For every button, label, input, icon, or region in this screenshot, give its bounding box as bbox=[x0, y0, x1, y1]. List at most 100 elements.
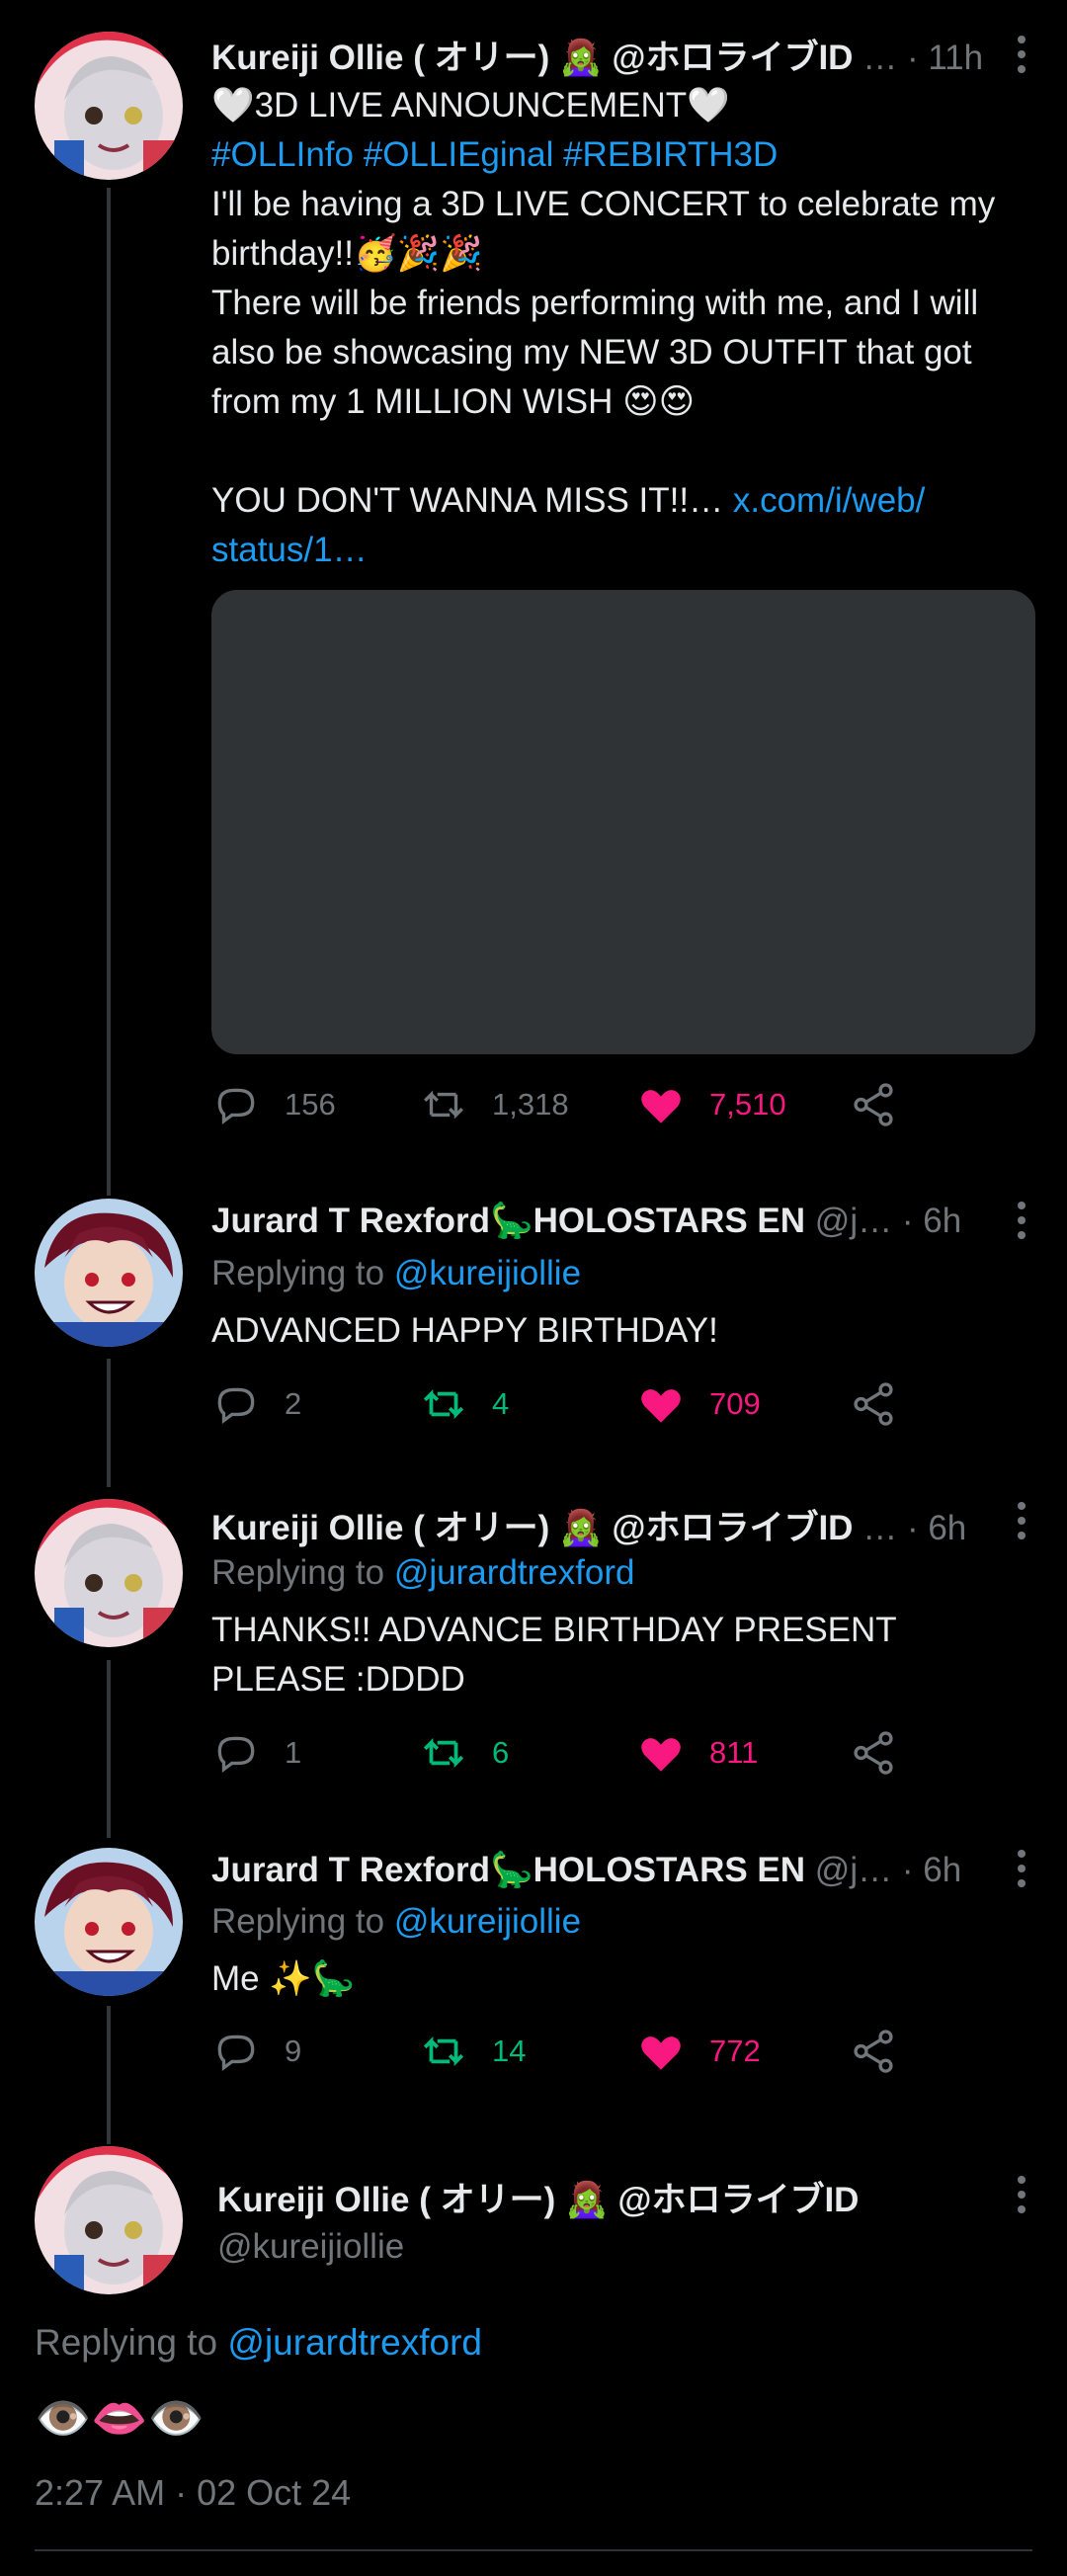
replying-to-handle[interactable]: @kureijiollie bbox=[394, 1902, 581, 1941]
author-name[interactable]: Kureiji Ollie ( オリー) bbox=[211, 1509, 549, 1547]
share-icon bbox=[854, 1731, 893, 1775]
replying-line: Replying to @kureijiollie bbox=[211, 1249, 1027, 1298]
more-options-icon[interactable] bbox=[1016, 1502, 1027, 1539]
tweet-actions: 9 14 772 bbox=[211, 2027, 923, 2086]
tweet-body: ADVANCED HAPPY BIRTHDAY! bbox=[211, 1311, 718, 1350]
retweet-count: 4 bbox=[492, 1386, 510, 1421]
author-handle[interactable]: @j… bbox=[815, 1202, 892, 1240]
timestamp[interactable]: · 6h bbox=[902, 1851, 961, 1889]
thread-line bbox=[107, 1660, 111, 1838]
badge-emoji: 🧟‍♀️ bbox=[559, 1509, 603, 1548]
tweet-line: I'll be having a 3D LIVE CONCERT to cele… bbox=[211, 185, 996, 223]
avatar-jurard[interactable] bbox=[35, 1848, 183, 1996]
reply-count: 156 bbox=[285, 1087, 336, 1122]
reply-icon bbox=[217, 2035, 255, 2071]
tweet-link[interactable]: x.com/i/web/ bbox=[733, 481, 926, 520]
tweet-line: There will be friends performing with me… bbox=[211, 284, 979, 322]
tweet-header: Jurard T Rexford🦕HOLOSTARS EN @j… · 6h bbox=[211, 1201, 1008, 1241]
author-name[interactable]: Kureiji Ollie ( オリー) bbox=[217, 2181, 555, 2219]
share-action[interactable] bbox=[849, 1080, 898, 1129]
author-handle[interactable]: @ホロライブID bbox=[612, 1509, 853, 1547]
like-action[interactable]: 772 bbox=[636, 2027, 761, 2076]
reply-action[interactable]: 1 bbox=[211, 1728, 301, 1778]
replying-prefix: Replying to bbox=[35, 2322, 218, 2363]
avatar-ollie[interactable] bbox=[35, 32, 183, 180]
tweet-body: Me ✨🦕 bbox=[211, 1959, 356, 1998]
tweet-actions: 1 6 811 bbox=[211, 1728, 923, 1787]
focused-timestamp[interactable]: 2:27 AM · 02 Oct 24 bbox=[35, 2472, 351, 2514]
timestamp[interactable]: · 11h bbox=[907, 39, 983, 77]
retweet-action[interactable]: 1,318 bbox=[419, 1080, 569, 1129]
thread-line bbox=[107, 2006, 111, 2144]
reply-action[interactable]: 2 bbox=[211, 1379, 301, 1429]
share-icon bbox=[854, 1083, 893, 1126]
replying-prefix: Replying to bbox=[211, 1902, 385, 1941]
like-count: 7,510 bbox=[709, 1087, 786, 1122]
replying-line: Replying to @jurardtrexford bbox=[211, 1548, 1027, 1598]
author-name[interactable]: Jurard T Rexford🦕HOLOSTARS EN bbox=[211, 1851, 805, 1889]
replying-line: Replying to @kureijiollie bbox=[211, 1897, 1027, 1947]
retweet-icon bbox=[423, 2036, 464, 2066]
reply-action[interactable]: 156 bbox=[211, 1080, 336, 1129]
thread-line bbox=[107, 1359, 111, 1487]
author-handle[interactable]: @ホロライブID bbox=[612, 39, 853, 77]
author-name[interactable]: Kureiji Ollie ( オリー) bbox=[211, 39, 549, 77]
retweet-action[interactable]: 14 bbox=[419, 2027, 526, 2076]
avatar-ollie[interactable] bbox=[35, 2146, 183, 2294]
tweet-line: also be showcasing my NEW 3D OUTFIT that… bbox=[211, 333, 972, 372]
badge-emoji: 🧟‍♀️ bbox=[559, 39, 603, 78]
like-action[interactable]: 811 bbox=[636, 1728, 758, 1778]
tweet-body: 🤍3D LIVE ANNOUNCEMENT🤍 #OLLInfo #OLLIEgi… bbox=[211, 81, 1027, 575]
more-options-icon[interactable] bbox=[1016, 1202, 1027, 1239]
replying-to-handle[interactable]: @jurardtrexford bbox=[394, 1553, 635, 1592]
tweet-line: THANKS!! ADVANCE BIRTHDAY PRESENT bbox=[211, 1611, 897, 1649]
tweet-body: THANKS!! ADVANCE BIRTHDAY PRESENT PLEASE… bbox=[211, 1606, 1027, 1704]
tweet-link-cont[interactable]: status/1… bbox=[211, 526, 1027, 575]
author-name[interactable]: Jurard T Rexford🦕HOLOSTARS EN bbox=[211, 1202, 805, 1240]
heart-icon bbox=[641, 1389, 681, 1423]
replying-prefix: Replying to bbox=[211, 1254, 385, 1292]
retweet-count: 14 bbox=[492, 2034, 527, 2068]
share-action[interactable] bbox=[849, 1379, 898, 1429]
focused-header: Kureiji Ollie ( オリー) 🧟‍♀️ @ホロライブID bbox=[217, 2172, 1008, 2222]
focused-tweet-body: 👁️👄👁️ bbox=[35, 2391, 205, 2445]
author-display-handle[interactable]: @ホロライブID bbox=[617, 2181, 859, 2219]
retweet-action[interactable]: 4 bbox=[419, 1379, 509, 1429]
divider bbox=[35, 2549, 1032, 2551]
media-card[interactable] bbox=[211, 590, 1035, 1054]
ellipsis: … bbox=[862, 39, 898, 77]
retweet-count: 1,318 bbox=[492, 1087, 569, 1122]
retweet-icon bbox=[423, 1738, 464, 1768]
replying-line: Replying to @jurardtrexford bbox=[35, 2322, 482, 2364]
retweet-icon bbox=[423, 1389, 464, 1419]
avatar-ollie[interactable] bbox=[35, 1499, 183, 1647]
timestamp[interactable]: · 6h bbox=[907, 1509, 966, 1547]
author-username[interactable]: @kureijiollie bbox=[217, 2227, 404, 2267]
like-count: 811 bbox=[709, 1735, 759, 1770]
timestamp[interactable]: · 6h bbox=[902, 1202, 961, 1240]
reply-icon bbox=[217, 1736, 255, 1773]
author-handle[interactable]: @j… bbox=[815, 1851, 892, 1889]
badge-emoji: 🧟‍♀️ bbox=[565, 2181, 609, 2220]
like-count: 772 bbox=[709, 2034, 761, 2068]
reply-count: 9 bbox=[285, 2034, 302, 2068]
more-options-icon[interactable] bbox=[1016, 36, 1027, 73]
retweet-icon bbox=[424, 1090, 463, 1120]
more-options-icon[interactable] bbox=[1016, 2176, 1027, 2213]
reply-action[interactable]: 9 bbox=[211, 2027, 301, 2076]
like-action[interactable]: 709 bbox=[636, 1379, 761, 1429]
avatar-jurard[interactable] bbox=[35, 1199, 183, 1347]
tweet-header: Kureiji Ollie ( オリー) 🧟‍♀️ @ホロライブID … · 1… bbox=[211, 30, 1008, 80]
hashtags[interactable]: #OLLInfo #OLLIEginal #REBIRTH3D bbox=[211, 130, 1027, 180]
replying-to-handle[interactable]: @jurardtrexford bbox=[227, 2322, 482, 2363]
reply-count: 1 bbox=[285, 1735, 302, 1770]
replying-to-handle[interactable]: @kureijiollie bbox=[394, 1254, 581, 1292]
share-action[interactable] bbox=[849, 2027, 898, 2076]
reply-count: 2 bbox=[285, 1386, 302, 1421]
like-action[interactable]: 7,510 bbox=[636, 1080, 786, 1129]
like-count: 709 bbox=[709, 1386, 761, 1421]
share-action[interactable] bbox=[849, 1728, 898, 1778]
reply-icon bbox=[217, 1387, 255, 1424]
retweet-action[interactable]: 6 bbox=[419, 1728, 509, 1778]
more-options-icon[interactable] bbox=[1016, 1850, 1027, 1887]
